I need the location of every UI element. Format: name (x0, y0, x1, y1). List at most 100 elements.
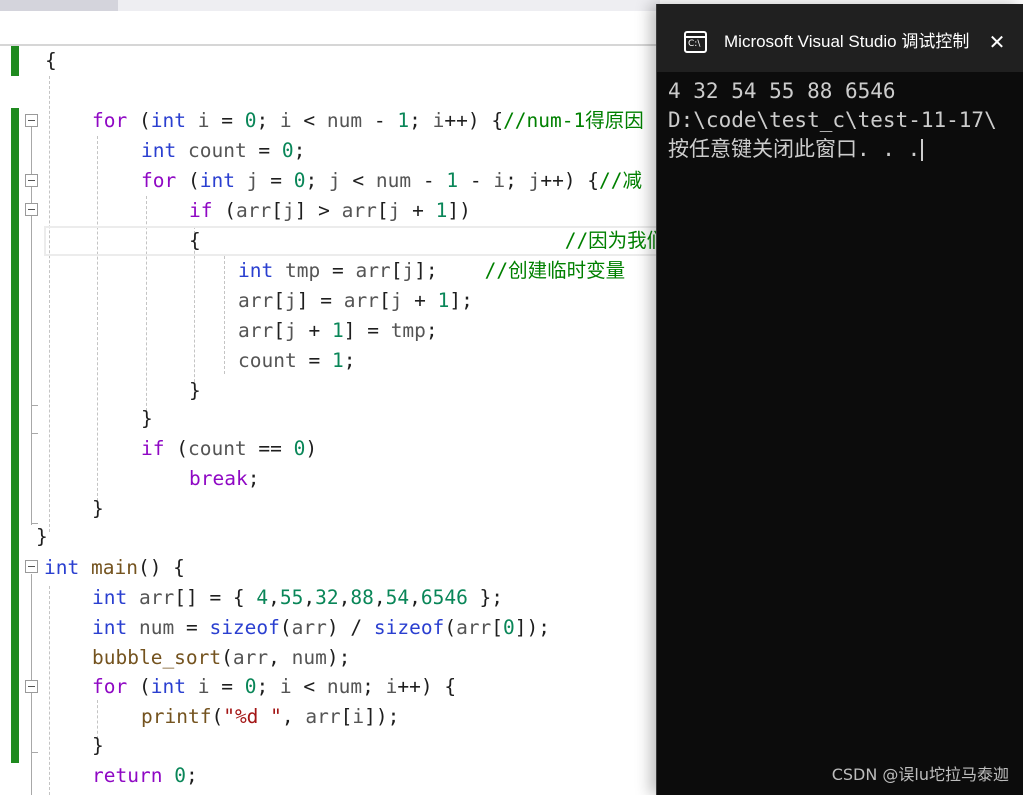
collapse-toggle[interactable] (25, 174, 38, 187)
code-line[interactable]: } (36, 522, 48, 552)
change-bar (11, 108, 19, 763)
code-line[interactable]: } (189, 376, 201, 406)
code-line[interactable]: return 0; (92, 761, 198, 791)
code-line[interactable]: { (45, 46, 57, 76)
code-token: j (388, 199, 401, 222)
code-token: j (328, 169, 341, 192)
code-token: arr (343, 289, 379, 312)
code-token: ) (305, 437, 318, 460)
indent-guide (97, 136, 98, 506)
code-line[interactable]: int count = 0; (141, 136, 305, 166)
code-token: ; (185, 764, 198, 787)
code-token: ( (212, 199, 236, 222)
code-token: - (362, 109, 398, 132)
code-line[interactable]: int tmp = arr[j]; //创建临时变量 (238, 256, 625, 286)
code-editor[interactable]: { for (int i = 0; i < num - 1; i++) {//nu… (0, 0, 660, 795)
code-line[interactable]: int main() { (44, 553, 185, 583)
code-line[interactable]: int arr[] = { 4,55,32,88,54,6546 }; (92, 583, 503, 613)
code-token: ++) { (397, 675, 457, 698)
code-token: 1 (331, 349, 344, 372)
code-token: ; (343, 349, 356, 372)
console-title-bar[interactable]: C:\ Microsoft Visual Studio 调试控制台 ✕ (657, 4, 1023, 72)
code-token: - (411, 169, 447, 192)
code-token: = (258, 169, 294, 192)
console-window-title: Microsoft Visual Studio 调试控制台 (724, 32, 969, 51)
code-line[interactable]: } (141, 404, 153, 434)
code-token: printf (141, 705, 212, 728)
code-token: 6546 (420, 586, 468, 609)
code-line[interactable]: } (92, 494, 104, 524)
code-token: num (291, 646, 327, 669)
code-line[interactable]: for (int j = 0; j < num - 1 - i; j++) {/… (141, 166, 642, 196)
code-token: }; (467, 586, 504, 609)
code-token: num (375, 169, 412, 192)
code-line[interactable]: arr[j] = arr[j + 1]; (238, 286, 473, 316)
active-document-tab[interactable] (0, 0, 118, 11)
collapse-toggle[interactable] (25, 114, 38, 127)
code-line[interactable]: } (92, 731, 104, 761)
code-token: 0 (293, 437, 306, 460)
console-output[interactable]: 4 32 54 55 88 6546 D:\code\test_c\test-1… (668, 77, 1023, 164)
code-token: arr (456, 616, 492, 639)
code-token: i (197, 675, 210, 698)
code-token: } (189, 379, 201, 402)
code-token: j (284, 319, 297, 342)
code-token: main (90, 556, 138, 579)
code-token: = (296, 349, 332, 372)
code-token: tmp (390, 319, 426, 342)
indent-guide (49, 76, 50, 532)
code-token: ]; (449, 289, 473, 312)
collapse-toggle[interactable] (25, 560, 38, 573)
code-line[interactable]: { //因为我们 (189, 226, 660, 256)
code-token: , (303, 586, 316, 609)
close-icon[interactable]: ✕ (983, 28, 1011, 56)
collapse-toggle[interactable] (25, 203, 38, 216)
code-line[interactable]: break; (189, 464, 259, 494)
code-token: if (141, 437, 165, 460)
code-token: i (279, 675, 292, 698)
code-token: , (268, 586, 280, 609)
code-line[interactable]: if (arr[j] > arr[j + 1]) (189, 196, 471, 226)
code-line[interactable]: bubble_sort(arr, num); (92, 643, 350, 673)
code-token: = (209, 109, 245, 132)
debug-console-window[interactable]: C:\ Microsoft Visual Studio 调试控制台 ✕ 4 32… (656, 4, 1023, 795)
code-token: ( (164, 437, 188, 460)
code-token: ] = (343, 319, 391, 342)
code-token: } (36, 525, 48, 548)
editor-tab-strip (0, 0, 660, 46)
code-token: if (189, 199, 213, 222)
code-line[interactable]: for (int i = 0; i < num - 1; i++) {//num… (92, 106, 644, 136)
code-token: , (281, 705, 306, 728)
code-token: } (92, 734, 104, 757)
code-line[interactable]: int num = sizeof(arr) / sizeof(arr[0]); (92, 613, 550, 643)
code-line[interactable]: count = 1; (238, 346, 355, 376)
code-token: arr (235, 199, 272, 222)
code-token: num (138, 616, 175, 639)
code-token: //创建临时变量 (484, 259, 626, 282)
code-token: < (291, 109, 327, 132)
code-token: = (209, 675, 245, 698)
code-line[interactable]: printf("%d ", arr[i]); (141, 702, 399, 732)
code-token: ); (326, 646, 351, 669)
code-line[interactable]: if (count == 0) (141, 434, 317, 464)
code-token: - (458, 169, 494, 192)
code-token: 1 (397, 109, 410, 132)
code-token: //因为我们 (564, 229, 660, 252)
code-token: 0 (503, 616, 515, 639)
code-token: i (279, 109, 292, 132)
code-line[interactable]: arr[j + 1] = tmp; (238, 316, 438, 346)
code-token: ; (256, 675, 280, 698)
code-token: ; (305, 169, 329, 192)
code-token: return (92, 764, 163, 787)
code-token: 0 (244, 675, 257, 698)
code-line[interactable]: for (int i = 0; i < num; i++) { (92, 672, 456, 702)
code-token: ; (256, 109, 280, 132)
collapse-toggle[interactable] (25, 680, 38, 693)
code-token: , (373, 586, 386, 609)
